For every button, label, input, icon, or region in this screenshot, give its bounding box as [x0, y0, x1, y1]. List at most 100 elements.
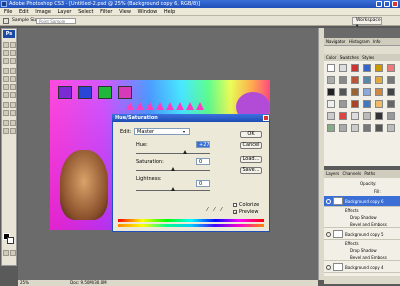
- preview-checkbox[interactable]: ✓: [233, 210, 237, 215]
- dialog-close-button[interactable]: [263, 115, 269, 121]
- notes-tool-icon[interactable]: [3, 120, 9, 126]
- load-button[interactable]: Load...: [240, 156, 262, 163]
- style-swatch[interactable]: [363, 124, 371, 132]
- history-brush-tool-icon[interactable]: [10, 76, 16, 82]
- screen-mode-icon[interactable]: [10, 250, 16, 256]
- style-swatch[interactable]: [327, 112, 335, 120]
- crop-tool-icon[interactable]: [3, 58, 9, 64]
- style-swatch[interactable]: [363, 88, 371, 96]
- style-swatch[interactable]: [363, 76, 371, 84]
- layer-effect-row[interactable]: Drop Shadow: [324, 247, 400, 254]
- cancel-button[interactable]: Cancel: [240, 142, 262, 149]
- style-swatch[interactable]: [351, 124, 359, 132]
- tab-layers[interactable]: Layers: [326, 171, 339, 176]
- eye-icon[interactable]: [326, 232, 331, 237]
- tab-channels[interactable]: Channels: [343, 171, 362, 176]
- minimize-button[interactable]: [376, 1, 382, 7]
- menu-image[interactable]: Image: [35, 9, 51, 15]
- style-swatch[interactable]: [375, 100, 383, 108]
- workspace-button[interactable]: Workspace ▾: [352, 17, 382, 29]
- style-swatch[interactable]: [339, 76, 347, 84]
- pen-tool-icon[interactable]: [3, 102, 9, 108]
- saturation-field[interactable]: 0: [196, 158, 210, 165]
- hue-field[interactable]: +27: [196, 141, 210, 148]
- style-swatch[interactable]: [375, 76, 383, 84]
- lightness-field[interactable]: 0: [196, 180, 210, 187]
- marquee-tool-icon[interactable]: [10, 42, 16, 48]
- eye-icon[interactable]: [326, 265, 331, 270]
- hue-slider-track[interactable]: [136, 153, 210, 154]
- style-swatch[interactable]: [387, 124, 395, 132]
- style-swatch[interactable]: [351, 100, 359, 108]
- stamp-tool-icon[interactable]: [3, 76, 9, 82]
- tab-paths[interactable]: Paths: [364, 171, 375, 176]
- eyedropper-plus-icon[interactable]: ⁄: [214, 207, 215, 213]
- brush-tool-icon[interactable]: [10, 68, 16, 74]
- style-swatch[interactable]: [339, 124, 347, 132]
- menu-layer[interactable]: Layer: [58, 9, 72, 15]
- dodge-tool-icon[interactable]: [10, 92, 16, 98]
- quick-mask-icon[interactable]: [3, 250, 9, 256]
- edit-channel-select[interactable]: Master: [134, 128, 190, 135]
- style-swatch[interactable]: [375, 112, 383, 120]
- menu-select[interactable]: Select: [78, 9, 93, 15]
- menu-filter[interactable]: Filter: [100, 9, 112, 15]
- menu-edit[interactable]: Edit: [19, 9, 29, 15]
- style-swatch[interactable]: [339, 88, 347, 96]
- hand-tool-icon[interactable]: [3, 128, 9, 134]
- layer-row[interactable]: Background copy 5: [324, 229, 400, 240]
- tab-swatches[interactable]: Swatches: [340, 55, 359, 60]
- layer-row[interactable]: Background copy 6: [324, 196, 400, 207]
- layer-row[interactable]: Background copy 4: [324, 262, 400, 273]
- style-swatch[interactable]: [327, 124, 335, 132]
- layer-effect-row[interactable]: Effects: [324, 207, 400, 214]
- lightness-slider-thumb[interactable]: [171, 187, 175, 191]
- menu-view[interactable]: View: [119, 9, 131, 15]
- maximize-button[interactable]: [384, 1, 390, 7]
- style-swatch[interactable]: [387, 64, 395, 72]
- hue-slider-thumb[interactable]: [183, 150, 187, 154]
- eraser-tool-icon[interactable]: [3, 84, 9, 90]
- layer-effect-row[interactable]: Drop Shadow: [324, 214, 400, 221]
- path-select-tool-icon[interactable]: [3, 110, 9, 116]
- style-swatch[interactable]: [363, 64, 371, 72]
- background-color-swatch[interactable]: [7, 237, 14, 244]
- layer-effect-row[interactable]: Bevel and Emboss: [324, 254, 400, 261]
- style-swatch[interactable]: [339, 100, 347, 108]
- move-tool-icon[interactable]: [3, 42, 9, 48]
- style-swatch[interactable]: [387, 112, 395, 120]
- layer-effect-row[interactable]: Effects: [324, 240, 400, 247]
- ok-button[interactable]: OK: [240, 131, 262, 138]
- eye-icon[interactable]: [326, 199, 331, 204]
- style-swatch[interactable]: [375, 124, 383, 132]
- style-swatch[interactable]: [327, 76, 335, 84]
- layer-effect-row[interactable]: Bevel and Emboss: [324, 221, 400, 228]
- style-swatch[interactable]: [351, 76, 359, 84]
- colorize-checkbox[interactable]: [233, 203, 237, 207]
- slice-tool-icon[interactable]: [10, 58, 16, 64]
- eyedropper-icon[interactable]: [10, 120, 16, 126]
- healing-tool-icon[interactable]: [3, 68, 9, 74]
- zoom-level[interactable]: 25%: [20, 280, 29, 285]
- style-swatch[interactable]: [363, 100, 371, 108]
- eyedropper-minus-icon[interactable]: ⁄: [221, 207, 222, 213]
- gradient-tool-icon[interactable]: [10, 84, 16, 90]
- style-swatch[interactable]: [375, 88, 383, 96]
- menu-file[interactable]: File: [4, 9, 12, 15]
- style-swatch[interactable]: [387, 88, 395, 96]
- lasso-tool-icon[interactable]: [3, 50, 9, 56]
- style-swatch[interactable]: [363, 112, 371, 120]
- sample-size-select[interactable]: Point Sample: [36, 18, 76, 24]
- style-swatch[interactable]: [351, 112, 359, 120]
- menu-help[interactable]: Help: [164, 9, 175, 15]
- style-swatch[interactable]: [387, 76, 395, 84]
- tab-styles[interactable]: Styles: [362, 55, 374, 60]
- eyedropper-icon[interactable]: ⁄: [207, 207, 208, 213]
- menu-window[interactable]: Window: [138, 9, 158, 15]
- saturation-slider-thumb[interactable]: [171, 167, 175, 171]
- tab-color[interactable]: Color: [326, 55, 336, 60]
- magic-wand-tool-icon[interactable]: [10, 50, 16, 56]
- style-swatch[interactable]: [375, 64, 383, 72]
- blur-tool-icon[interactable]: [3, 92, 9, 98]
- style-swatch[interactable]: [327, 100, 335, 108]
